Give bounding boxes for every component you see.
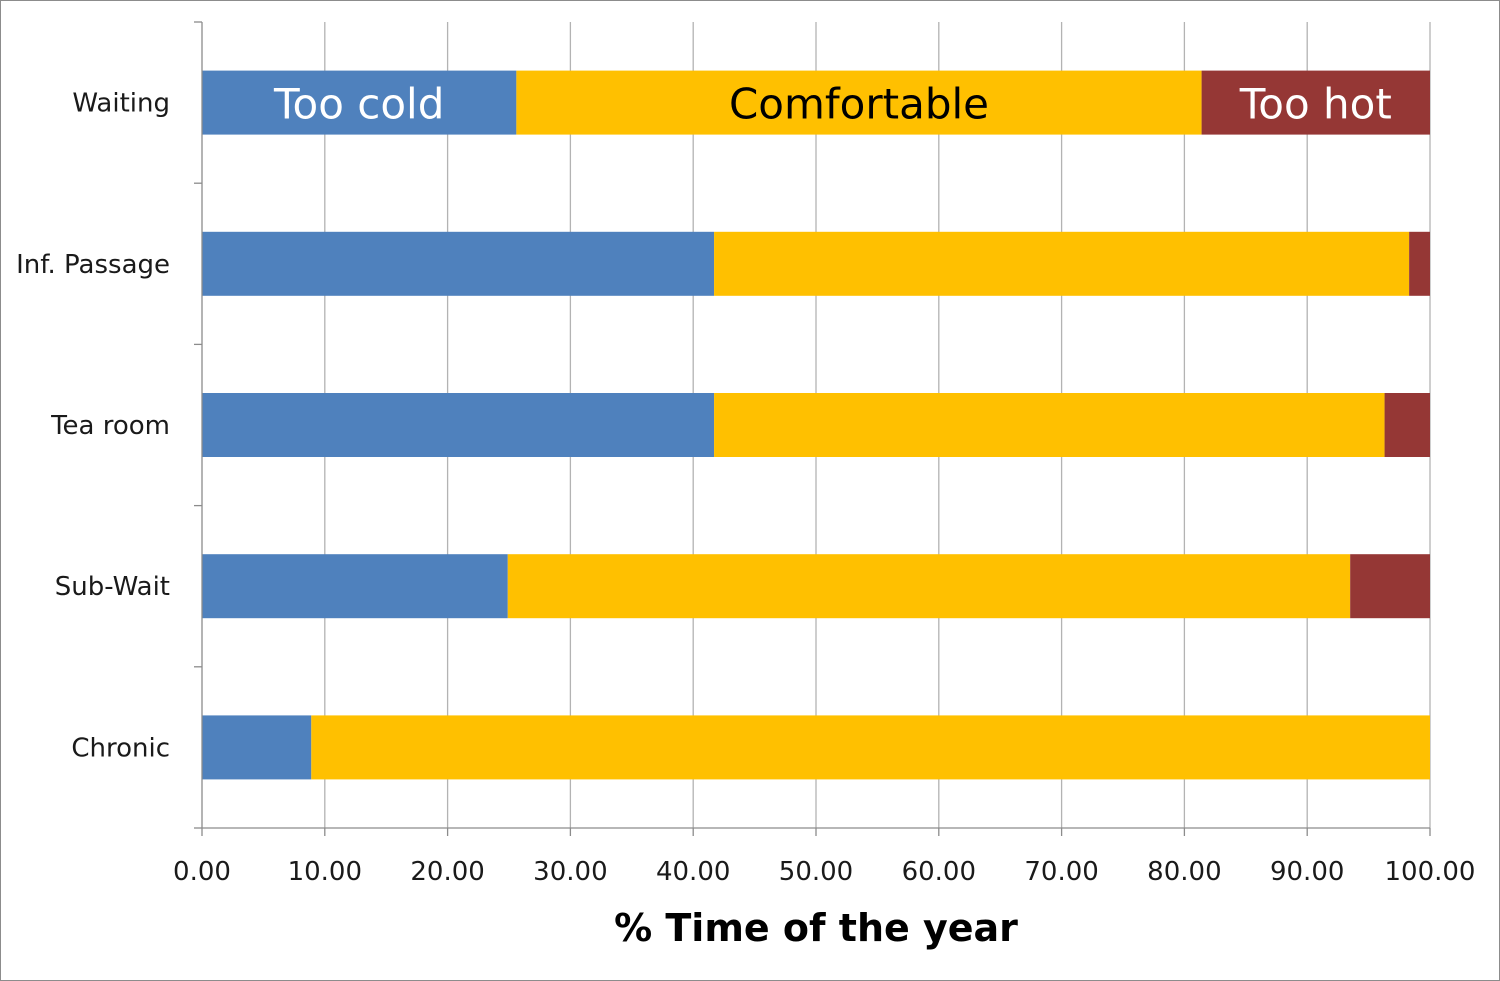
category-label: Tea room — [50, 411, 170, 441]
x-tick-label: 20.00 — [410, 857, 484, 887]
bar-comfortable — [507, 554, 1351, 619]
x-tick-labels: 0.00 10.00 20.00 30.00 40.00 50.00 60.00 70.00 8… — [173, 857, 1475, 887]
bar-comfortable — [714, 231, 1410, 296]
x-tick-label: 50.00 — [779, 857, 853, 887]
bar-comfortable — [311, 715, 1430, 780]
category-label: Chronic — [71, 733, 170, 763]
x-axis-title: % Time of the year — [614, 906, 1018, 950]
category-labels: Waiting Inf. Passage Tea room Sub-Wait Chron… — [16, 89, 170, 764]
x-tick-label: 60.00 — [902, 857, 976, 887]
bar-too-hot — [1409, 231, 1430, 296]
x-tick-label: 0.00 — [173, 857, 231, 887]
annotation-comfortable: Comfortable — [729, 80, 989, 129]
x-tick-label: 90.00 — [1270, 857, 1344, 887]
category-label: Inf. Passage — [16, 250, 170, 280]
x-tick-label: 100.00 — [1385, 857, 1476, 887]
bar-too-cold — [202, 715, 312, 780]
bar-comfortable — [714, 393, 1385, 457]
category-label: Sub-Wait — [55, 572, 170, 602]
x-tick-label: 30.00 — [533, 857, 607, 887]
bar-too-hot — [1350, 554, 1430, 619]
x-tick-label: 10.00 — [288, 857, 362, 887]
bar-too-cold — [202, 393, 715, 457]
annotation-too-cold: Too cold — [273, 80, 444, 129]
category-label: Waiting — [72, 89, 170, 119]
x-tick-label: 70.00 — [1024, 857, 1098, 887]
annotation-too-hot: Too hot — [1239, 80, 1392, 129]
stacked-bar-chart: 0.00 10.00 20.00 30.00 40.00 50.00 60.00 70.00 8… — [16, 21, 1475, 950]
bar-too-cold — [202, 231, 715, 296]
x-tick-label: 80.00 — [1147, 857, 1221, 887]
x-tick-label: 40.00 — [656, 857, 730, 887]
bar-too-hot — [1384, 393, 1430, 457]
bar-too-cold — [202, 554, 508, 619]
